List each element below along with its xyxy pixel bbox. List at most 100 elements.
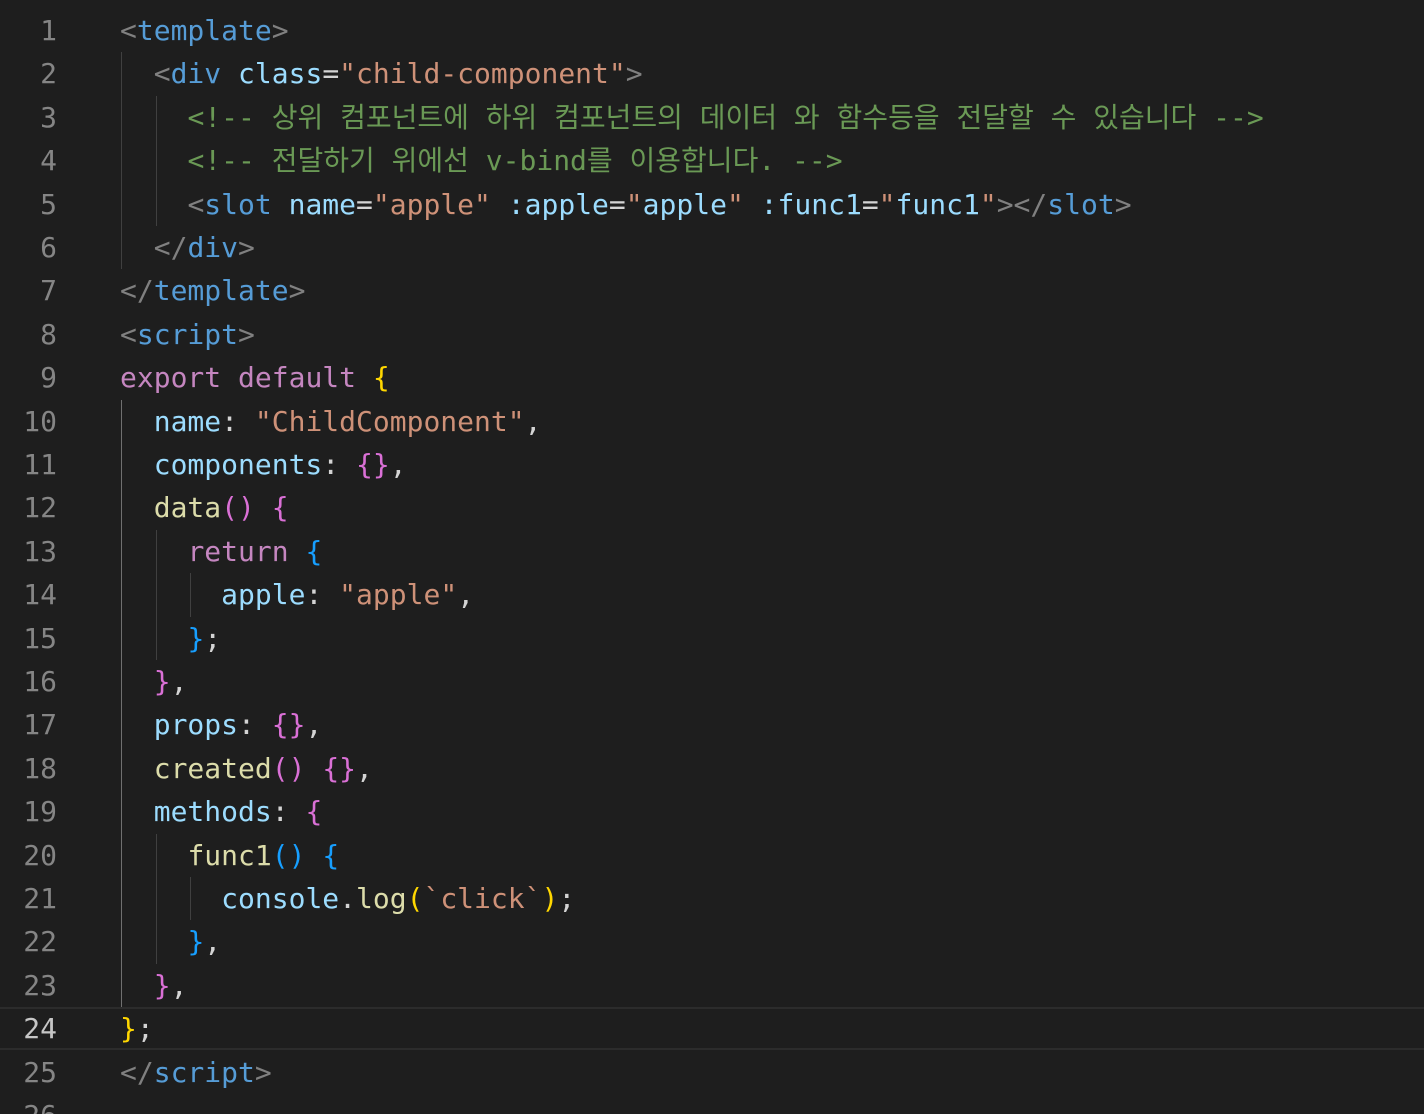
code-text[interactable]: <template> bbox=[120, 9, 289, 52]
code-token: : bbox=[305, 578, 340, 612]
code-token: `click` bbox=[423, 882, 542, 915]
code-line[interactable]: 23 }, bbox=[0, 964, 1424, 1007]
line-number: 23 bbox=[23, 968, 57, 1002]
code-line[interactable]: 6 </div> bbox=[0, 226, 1424, 269]
code-token: script bbox=[153, 1055, 255, 1089]
code-token: , bbox=[305, 708, 323, 742]
code-line[interactable]: 7 </template> bbox=[0, 269, 1424, 312]
code-token: : bbox=[322, 448, 357, 481]
code-token: {} bbox=[271, 708, 306, 742]
code-token: default bbox=[238, 361, 357, 395]
line-number: 24 bbox=[23, 1012, 57, 1046]
code-line[interactable]: 15 }; bbox=[0, 617, 1424, 660]
code-line[interactable]: 25 </script> bbox=[0, 1051, 1424, 1094]
code-text[interactable]: <!-- 전달하기 위에선 v-bind를 이용합니다. --> bbox=[120, 139, 842, 182]
line-number: 2 bbox=[40, 57, 57, 91]
line-number: 7 bbox=[40, 274, 57, 308]
code-text[interactable]: console.log(`click`); bbox=[120, 877, 575, 920]
code-token: "child-component" bbox=[339, 57, 626, 91]
code-token: { bbox=[372, 361, 390, 395]
code-token: , bbox=[204, 925, 222, 959]
code-token: () bbox=[221, 491, 255, 525]
code-line[interactable]: 10 name: "ChildComponent", bbox=[0, 400, 1424, 443]
code-line[interactable]: 2 <div class="child-component"> bbox=[0, 52, 1424, 95]
code-text[interactable]: <script> bbox=[120, 313, 255, 356]
code-line[interactable]: 26 bbox=[0, 1094, 1424, 1114]
code-token: methods bbox=[153, 795, 272, 829]
code-token: components bbox=[153, 448, 323, 481]
code-line[interactable]: 5 <slot name="apple" :apple="apple" :fun… bbox=[0, 183, 1424, 226]
code-line[interactable]: 22 }, bbox=[0, 920, 1424, 963]
code-line[interactable]: 21 console.log(`click`); bbox=[0, 877, 1424, 920]
code-line[interactable]: 24}; bbox=[0, 1007, 1424, 1050]
code-editor[interactable]: 1 <template> 2 <div class="child-component… bbox=[0, 0, 1424, 1114]
code-text[interactable]: </script> bbox=[120, 1051, 272, 1094]
code-text[interactable]: props: {}, bbox=[120, 703, 323, 746]
code-text[interactable]: }; bbox=[120, 617, 221, 660]
code-line[interactable]: 13 return { bbox=[0, 530, 1424, 573]
code-text[interactable]: data() { bbox=[120, 486, 289, 529]
code-line[interactable]: 16 }, bbox=[0, 660, 1424, 703]
code-text[interactable]: <!-- 상위 컴포넌트에 하위 컴포넌트의 데이터 와 함수등을 전달할 수 … bbox=[120, 96, 1263, 139]
code-text[interactable]: return { bbox=[120, 530, 322, 573]
code-token: . bbox=[339, 882, 357, 915]
code-text[interactable]: </div> bbox=[120, 226, 255, 269]
code-text[interactable]: }, bbox=[120, 660, 188, 703]
code-line[interactable]: 14 apple: "apple", bbox=[0, 573, 1424, 616]
line-number: 25 bbox=[23, 1055, 57, 1089]
code-token: = bbox=[608, 187, 626, 221]
code-line[interactable]: 8 <script> bbox=[0, 313, 1424, 356]
code-text[interactable]: <slot name="apple" :apple="apple" :func1… bbox=[120, 183, 1131, 226]
code-text[interactable]: <div class="child-component"> bbox=[120, 52, 643, 95]
code-token: = bbox=[356, 187, 373, 221]
code-line[interactable]: 1 <template> bbox=[0, 9, 1424, 52]
code-text[interactable]: methods: { bbox=[120, 790, 323, 833]
code-text[interactable]: }; bbox=[120, 1007, 154, 1050]
code-token: , bbox=[356, 751, 373, 785]
code-text[interactable]: </template> bbox=[120, 269, 305, 312]
line-number: 5 bbox=[40, 187, 57, 221]
code-line[interactable]: 4 <!-- 전달하기 위에선 v-bind를 이용합니다. --> bbox=[0, 139, 1424, 182]
code-text[interactable]: created() {}, bbox=[120, 747, 373, 790]
code-text[interactable]: }, bbox=[120, 920, 221, 963]
code-token: class bbox=[238, 57, 323, 91]
code-token: } bbox=[120, 1012, 137, 1046]
code-text[interactable]: components: {}, bbox=[120, 443, 407, 486]
code-text[interactable]: export default { bbox=[120, 356, 390, 399]
code-text[interactable]: func1() { bbox=[120, 834, 339, 877]
code-line[interactable]: 11 components: {}, bbox=[0, 443, 1424, 486]
code-token: slot bbox=[1047, 187, 1115, 221]
code-token: , bbox=[524, 404, 542, 438]
code-line[interactable]: 12 data() { bbox=[0, 486, 1424, 529]
line-number: 10 bbox=[23, 404, 57, 438]
code-token: div bbox=[170, 57, 222, 91]
code-text[interactable]: }, bbox=[120, 964, 188, 1007]
code-line[interactable]: 19 methods: { bbox=[0, 790, 1424, 833]
code-token: func1 bbox=[187, 838, 272, 872]
code-token: data bbox=[153, 491, 222, 525]
code-text[interactable]: name: "ChildComponent", bbox=[120, 400, 542, 443]
code-line[interactable]: 9 export default { bbox=[0, 356, 1424, 399]
line-number: 11 bbox=[23, 448, 57, 481]
code-token: > bbox=[625, 57, 643, 91]
code-line[interactable]: 17 props: {}, bbox=[0, 703, 1424, 746]
code-token: > bbox=[288, 274, 306, 308]
code-token: name bbox=[153, 404, 222, 438]
code-line[interactable]: 20 func1() { bbox=[0, 834, 1424, 877]
code-line[interactable]: 3 <!-- 상위 컴포넌트에 하위 컴포넌트의 데이터 와 함수등을 전달할 … bbox=[0, 96, 1424, 139]
code-text[interactable]: apple: "apple", bbox=[120, 573, 474, 616]
line-number: 20 bbox=[23, 838, 57, 872]
code-token: created bbox=[153, 751, 272, 785]
code-token: > bbox=[238, 231, 255, 264]
code-line[interactable]: 18 created() {}, bbox=[0, 747, 1424, 790]
line-number: 9 bbox=[40, 361, 57, 395]
code-token: = bbox=[861, 187, 879, 221]
code-token: template bbox=[136, 14, 272, 47]
code-token: template bbox=[153, 274, 289, 308]
